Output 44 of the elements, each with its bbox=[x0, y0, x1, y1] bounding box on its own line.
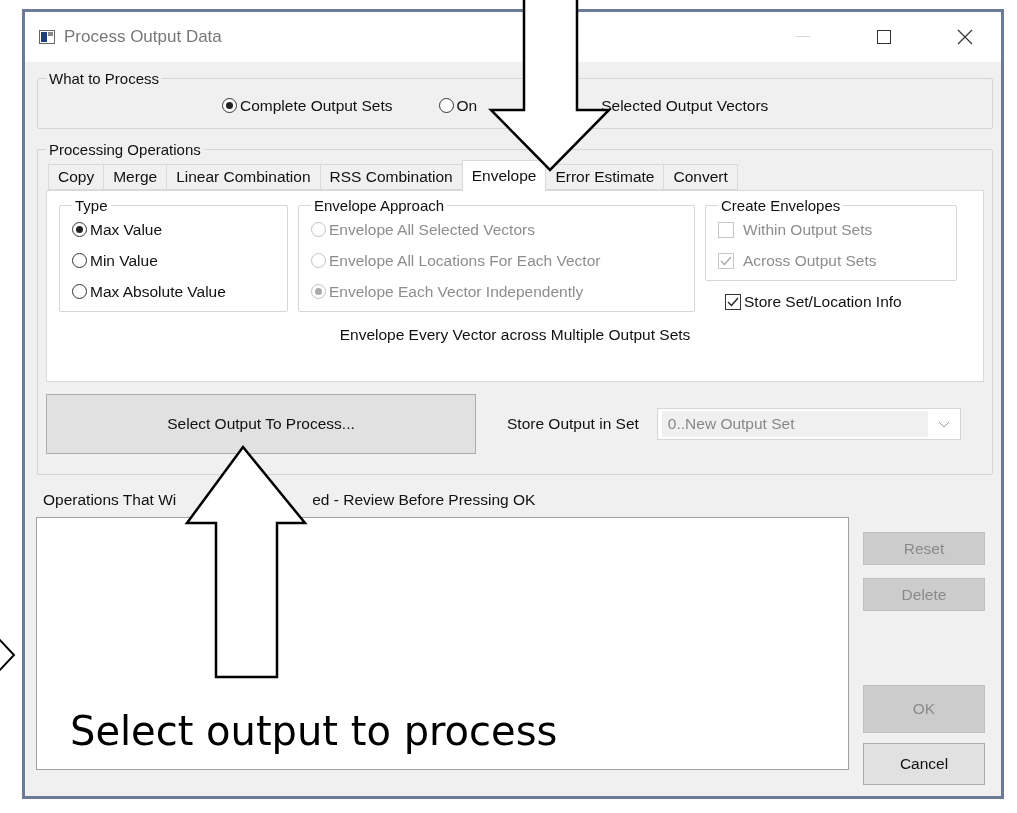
close-icon bbox=[957, 29, 973, 45]
group-title: What to Process bbox=[48, 70, 161, 87]
tab[interactable]: Convert bbox=[663, 164, 738, 190]
chevron-down-icon bbox=[937, 420, 950, 428]
list-label: ed - Review Before Pressing OK bbox=[312, 491, 536, 508]
field-label: Store Output in Set bbox=[507, 415, 639, 433]
maximize-icon bbox=[877, 30, 891, 44]
description-text: Envelope Every Vector across Multiple Output Sets bbox=[338, 326, 692, 344]
option-label: Across Output Sets bbox=[743, 251, 877, 270]
operations-list[interactable] bbox=[36, 517, 849, 770]
option-label: Envelope All Locations For Each Vector bbox=[329, 251, 601, 270]
option-label: Complete Output Sets bbox=[240, 96, 393, 115]
group-title: Type bbox=[74, 197, 109, 214]
option-label: On bbox=[456, 96, 478, 115]
app-icon bbox=[39, 30, 55, 44]
group-title: Envelope Approach bbox=[313, 197, 446, 214]
tab[interactable]: Error Estimate bbox=[545, 164, 665, 190]
radio-button[interactable] bbox=[72, 253, 87, 268]
option-label: Store Set/Location Info bbox=[744, 292, 902, 311]
checkbox[interactable] bbox=[725, 293, 741, 310]
dialog-button[interactable]: Cancel bbox=[863, 743, 985, 785]
option-label: Within Output Sets bbox=[743, 220, 873, 239]
annotation-text: Select output to process bbox=[70, 708, 558, 754]
option-label: Envelope All Selected Vectors bbox=[329, 220, 535, 239]
group-title: Create Envelopes bbox=[720, 197, 842, 214]
radio-button[interactable] bbox=[438, 98, 454, 113]
option-label: Min Value bbox=[90, 251, 158, 270]
tab[interactable]: Merge bbox=[103, 164, 168, 190]
group-title: Processing Operations bbox=[48, 141, 202, 158]
radio-button[interactable] bbox=[222, 98, 237, 113]
radio-button[interactable] bbox=[72, 284, 87, 299]
tab[interactable]: Linear Combination bbox=[166, 164, 321, 190]
window-title: Process Output Data bbox=[64, 27, 223, 47]
option-label: Selected Output Vectors bbox=[601, 96, 769, 115]
minimize-icon bbox=[796, 36, 810, 38]
list-label: Operations That Wi bbox=[43, 491, 177, 508]
tab[interactable]: Copy bbox=[48, 164, 105, 190]
option-label: Envelope Each Vector Independently bbox=[329, 282, 584, 301]
radio-button[interactable] bbox=[72, 222, 87, 237]
tab[interactable]: Envelope bbox=[461, 160, 547, 191]
tab[interactable]: RSS Combination bbox=[319, 164, 463, 190]
select-output-button[interactable]: Select Output To Process... bbox=[46, 394, 476, 454]
option-label: Max Value bbox=[90, 220, 163, 239]
option-label: Max Absolute Value bbox=[90, 282, 226, 301]
